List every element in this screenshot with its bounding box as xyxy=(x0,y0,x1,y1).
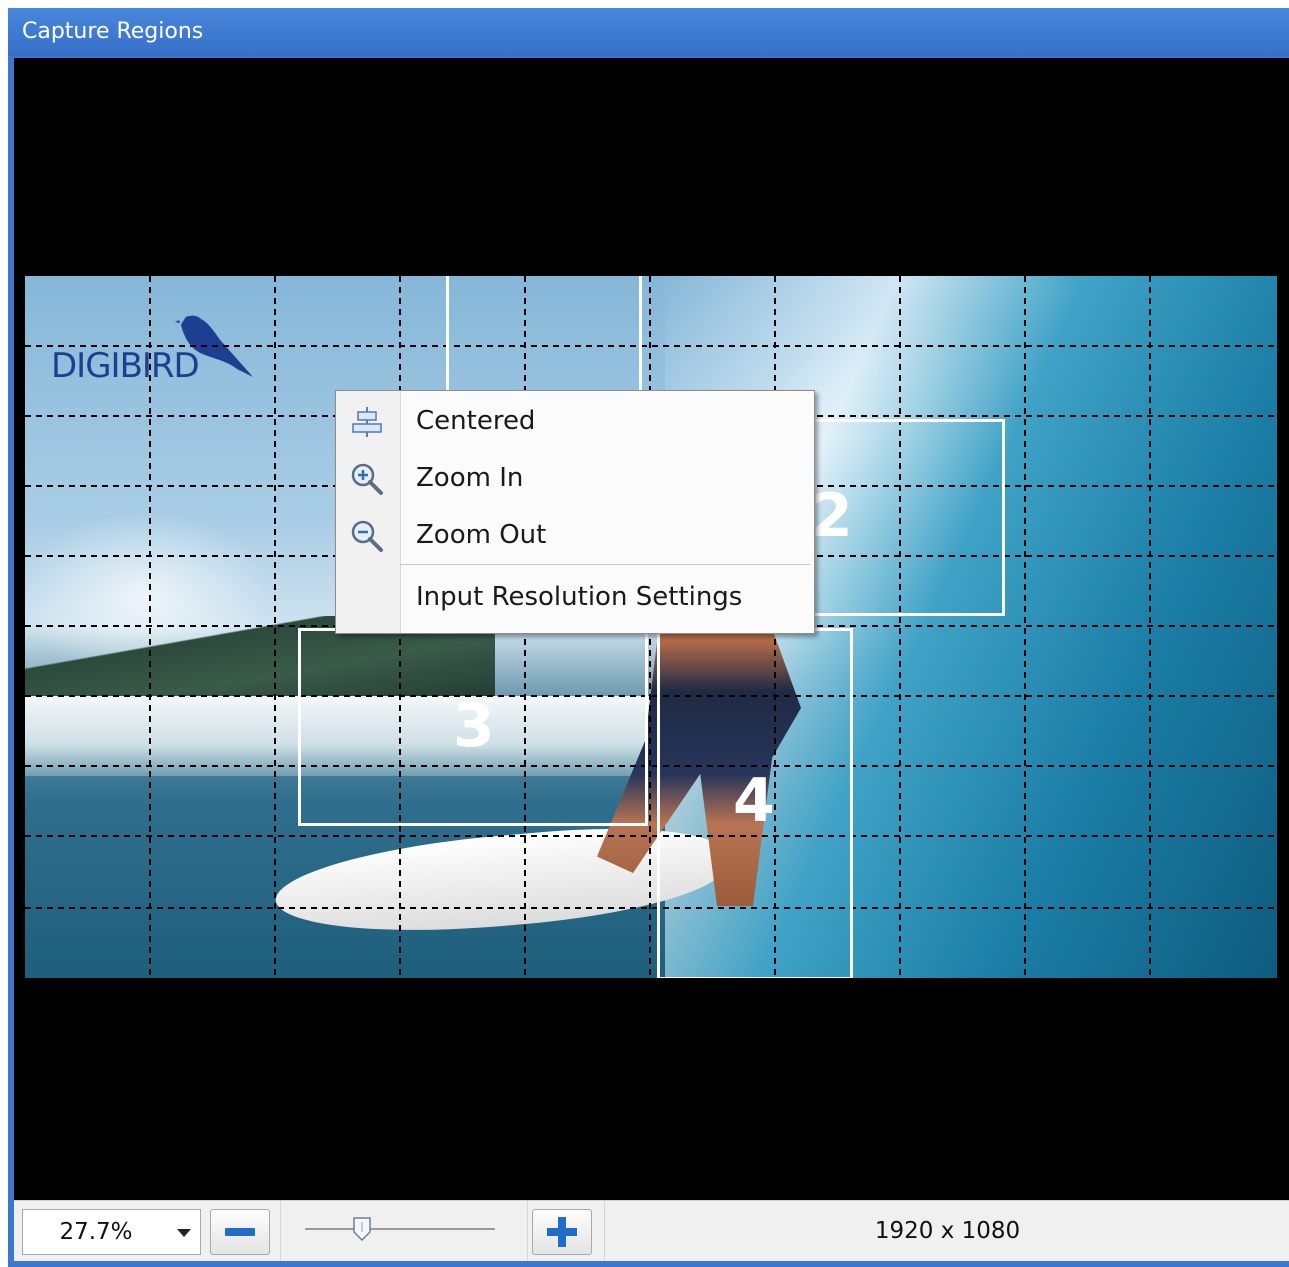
window-title: Capture Regions xyxy=(8,8,1289,56)
center-align-icon xyxy=(352,407,382,437)
menu-item-zoom-out-label: Zoom Out xyxy=(416,520,547,550)
capture-region-2-label: 2 xyxy=(811,481,853,551)
capture-regions-window: Capture Regions DIGIBIRD 2 3 4 Centered … xyxy=(8,8,1289,1267)
zoom-toolbar: 27.7% 1920 x 1080 xyxy=(14,1200,1289,1261)
zoom-slider[interactable] xyxy=(280,1201,528,1261)
resolution-label: 1920 x 1080 xyxy=(604,1201,1289,1261)
zoom-in-icon xyxy=(351,463,383,495)
zoom-out-button[interactable] xyxy=(210,1209,270,1255)
plus-icon-vertical xyxy=(558,1217,566,1247)
menu-item-centered-label: Centered xyxy=(416,406,536,436)
menu-item-centered[interactable]: Centered xyxy=(336,393,814,449)
menu-separator xyxy=(400,564,810,565)
slider-thumb[interactable] xyxy=(353,1217,371,1241)
menu-item-zoom-in[interactable]: Zoom In xyxy=(336,450,814,506)
menu-item-zoom-out[interactable]: Zoom Out xyxy=(336,507,814,563)
minus-icon xyxy=(225,1228,255,1236)
zoom-in-button[interactable] xyxy=(532,1209,592,1255)
menu-item-input-resolution-settings-label: Input Resolution Settings xyxy=(416,582,743,612)
capture-region-4-label: 4 xyxy=(733,766,775,836)
capture-region-3-label: 3 xyxy=(453,691,495,761)
menu-item-zoom-in-label: Zoom In xyxy=(416,463,524,493)
menu-item-input-resolution-settings[interactable]: Input Resolution Settings xyxy=(336,569,814,625)
capture-region-1[interactable] xyxy=(446,276,642,398)
preview-canvas[interactable]: DIGIBIRD 2 3 4 Centered Zoom In Zoom Out… xyxy=(14,58,1289,1200)
zoom-level-combo[interactable]: 27.7% xyxy=(22,1209,170,1255)
slider-track xyxy=(305,1228,495,1230)
zoom-dropdown-button[interactable] xyxy=(168,1209,201,1255)
context-menu: Centered Zoom In Zoom Out Input Resoluti… xyxy=(335,390,815,634)
zoom-out-icon xyxy=(351,520,383,552)
